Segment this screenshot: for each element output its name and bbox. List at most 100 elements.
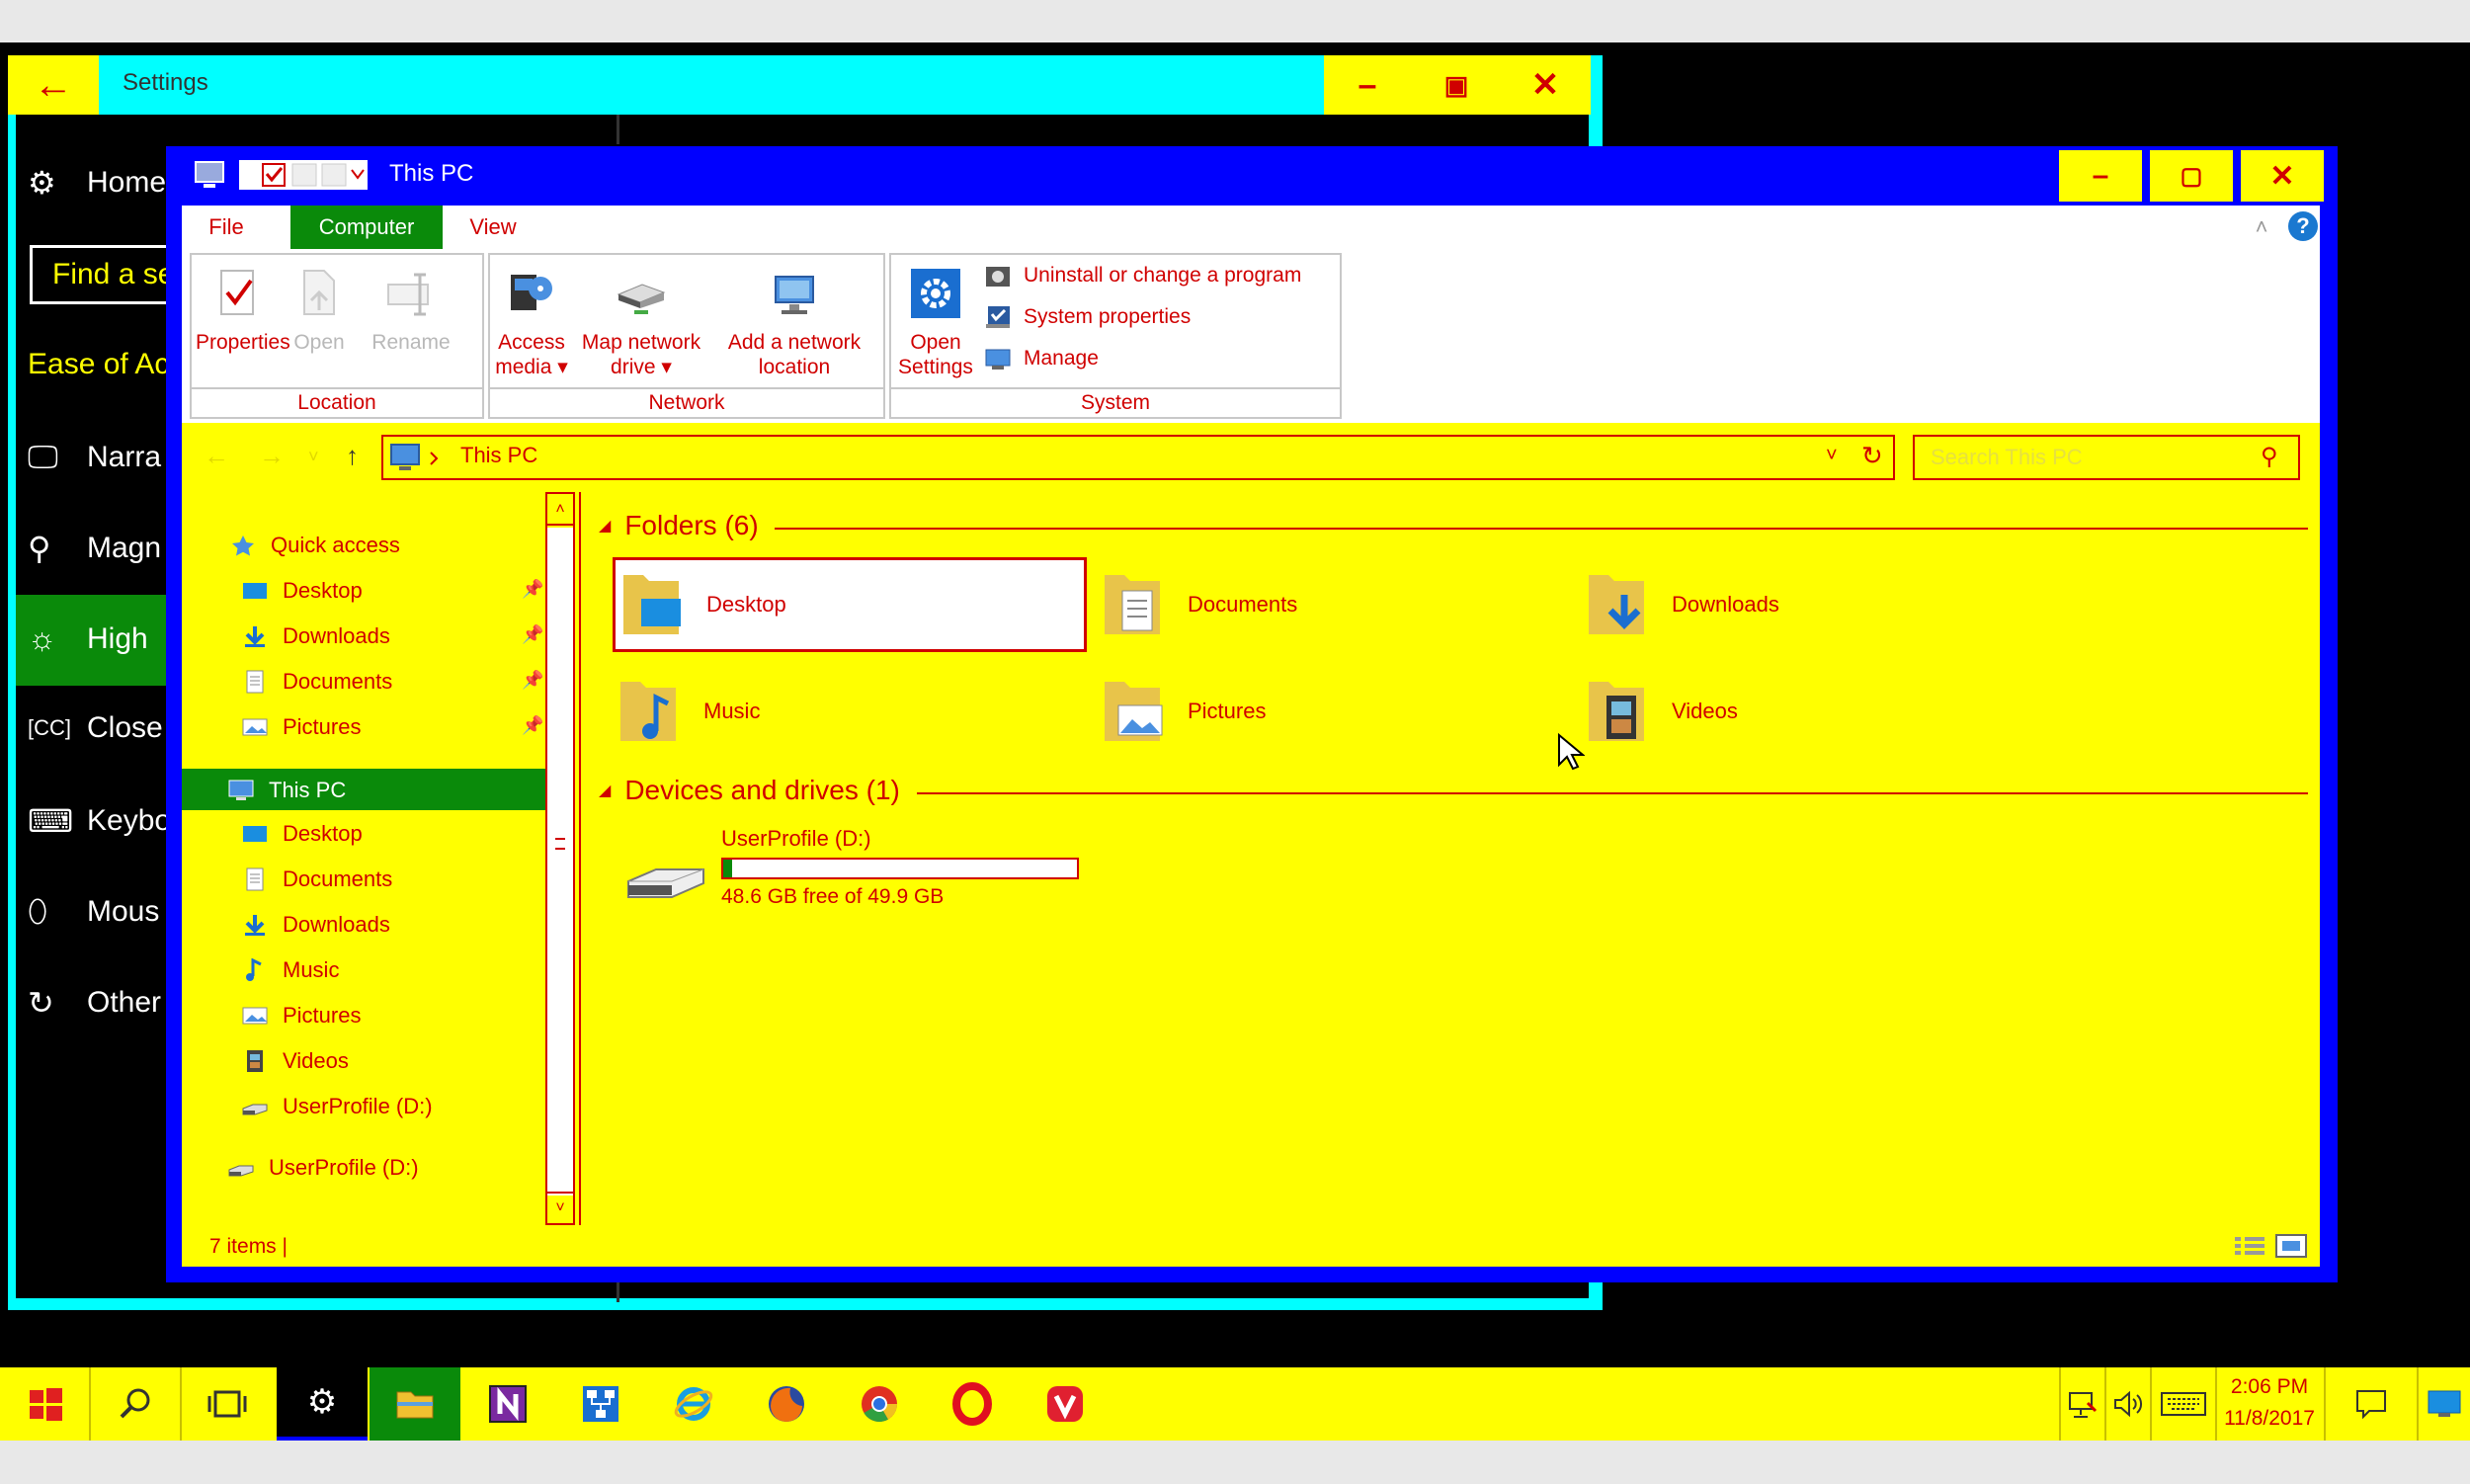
back-arrow-icon[interactable]: ← [204,441,229,471]
settings-search-input[interactable]: Find a se [30,245,188,304]
forward-arrow-icon[interactable]: → [259,441,285,471]
address-bar[interactable] [381,435,1895,480]
tree-item-quick-access[interactable]: Quick access [229,526,400,565]
tree-item-pictures[interactable]: Pictures [241,707,361,747]
taskbar-file-explorer-app[interactable] [370,1367,460,1441]
folder-videos[interactable]: Videos [1581,664,2055,759]
show-desktop-button[interactable] [2419,1367,2470,1441]
tree-item-music[interactable]: Music [241,950,339,990]
drive-tile[interactable]: UserProfile (D:) 48.6 GB free of 49.9 GB [613,826,1087,925]
network-tray-button[interactable] [2061,1367,2104,1441]
scroll-down-button[interactable]: ˅ [547,1192,573,1223]
tab-file[interactable]: File [192,206,261,249]
access-media-button[interactable]: Access media ▾ [494,267,569,379]
settings-maximize-button[interactable]: ▣ [1413,55,1500,115]
tree-item-documents[interactable]: Documents [241,860,392,899]
explorer-title: This PC [389,160,474,187]
section-divider [775,528,2308,530]
open-button[interactable]: Open [285,267,354,355]
tree-item-videos[interactable]: Videos [241,1041,349,1081]
drive-name: UserProfile (D:) [721,826,871,851]
tree-label: This PC [269,778,347,802]
folders-section-header[interactable]: ◢ Folders (6) [599,510,759,541]
touch-keyboard-button[interactable] [2152,1367,2215,1441]
taskbar-onenote-app[interactable] [462,1367,553,1441]
tree-item-desktop[interactable]: Desktop [241,814,363,854]
settings-nav-magnifier[interactable]: ⚲ Magn [28,530,161,567]
taskbar-vivaldi-app[interactable] [1020,1367,1111,1441]
settings-nav-mouse[interactable]: ⬯ Mous [28,893,159,931]
pin-icon[interactable]: 📌 [522,624,543,645]
settings-nav-label: Mous [87,895,160,928]
open-settings-button[interactable]: Open Settings [893,267,978,379]
settings-nav-narrator[interactable]: 🖵 Narra [28,439,161,476]
computer-management-icon [985,349,1011,370]
folder-label: Downloads [1672,592,1779,617]
tree-scrollbar[interactable]: ˄ ˅ [545,492,575,1225]
settings-nav-label: Other [87,986,162,1019]
volume-tray-button[interactable] [2106,1367,2150,1441]
folder-documents[interactable]: Documents [1097,557,1571,652]
action-center-button[interactable] [2326,1367,2417,1441]
taskbar-clock[interactable]: 2:06 PM 11/8/2017 [2217,1371,2322,1435]
scroll-up-button[interactable]: ˄ [547,494,573,526]
start-button[interactable] [0,1367,91,1441]
settings-nav-closed-captions[interactable]: [CC] Close [28,711,163,745]
task-view-button[interactable] [182,1367,273,1441]
settings-nav-home[interactable]: ⚙ Home [28,164,166,202]
taskbar-firefox-app[interactable] [741,1367,832,1441]
devices-section-header[interactable]: ◢ Devices and drives (1) [599,775,900,806]
tree-item-downloads[interactable]: Downloads [241,905,390,945]
settings-nav-other[interactable]: ↻ Other [28,984,161,1022]
settings-nav-keyboard[interactable]: ⌨ Keybo [28,802,171,840]
settings-close-button[interactable]: ✕ [1502,55,1589,115]
folder-pictures[interactable]: Pictures [1097,664,1571,759]
explorer-minimize-button[interactable]: – [2059,150,2142,202]
taskbar-chrome-app[interactable] [834,1367,925,1441]
map-network-drive-button[interactable]: Map network drive ▾ [569,267,713,379]
up-arrow-icon[interactable]: ↑ [346,441,359,471]
download-arrow-icon [245,915,265,936]
pin-icon[interactable]: 📌 [522,670,543,691]
settings-minimize-button[interactable]: – [1324,55,1411,115]
system-properties-button[interactable]: System properties [984,304,1191,330]
recent-locations-icon[interactable]: ˅ [308,447,319,467]
folder-desktop[interactable]: Desktop [613,557,1087,652]
taskbar-settings-app[interactable]: ⚙ [277,1367,368,1441]
taskbar-network-app[interactable] [555,1367,646,1441]
search-icon[interactable]: ⚲ [2261,443,2278,471]
tree-item-drive[interactable]: UserProfile (D:) [241,1087,433,1126]
taskbar-internet-explorer-app[interactable] [648,1367,739,1441]
large-icons-view-icon[interactable] [2274,1233,2308,1259]
tree-item-pictures[interactable]: Pictures [241,996,361,1035]
explorer-close-button[interactable]: ✕ [2241,150,2324,202]
tree-item-this-pc[interactable]: This PC [227,771,346,810]
properties-button[interactable]: Properties [196,267,290,355]
tree-item-documents[interactable]: Documents [241,662,392,701]
tree-item-drive-root[interactable]: UserProfile (D:) [227,1148,419,1188]
tab-computer[interactable]: Computer [290,206,443,249]
collapse-ribbon-icon[interactable]: ˄ [2247,206,2276,249]
tree-item-desktop[interactable]: Desktop [241,571,363,611]
settings-nav-high-contrast[interactable]: ☼ High [28,620,148,657]
scroll-thumb[interactable] [547,528,573,1195]
taskbar-opera-app[interactable] [927,1367,1018,1441]
pin-icon[interactable]: 📌 [522,579,543,600]
search-button[interactable] [91,1367,182,1441]
uninstall-program-button[interactable]: Uninstall or change a program [984,263,1301,289]
help-icon[interactable]: ? [2288,211,2318,241]
tab-view[interactable]: View [449,206,537,249]
rename-button[interactable]: Rename [362,267,460,355]
drive-usage-fill [723,860,733,877]
details-view-icon[interactable] [2233,1233,2266,1259]
refresh-icon[interactable]: ↻ [1861,441,1883,471]
folder-downloads[interactable]: Downloads [1581,557,2055,652]
add-network-location-button[interactable]: Add a network location [715,267,873,379]
pin-icon[interactable]: 📌 [522,715,543,736]
explorer-maximize-button[interactable]: ▢ [2150,150,2233,202]
folder-music[interactable]: Music [613,664,1087,759]
manage-button[interactable]: Manage [984,346,1099,371]
back-button[interactable]: ← [8,55,99,115]
address-dropdown-icon[interactable]: ˅ [1826,445,1838,467]
tree-item-downloads[interactable]: Downloads [241,617,390,656]
